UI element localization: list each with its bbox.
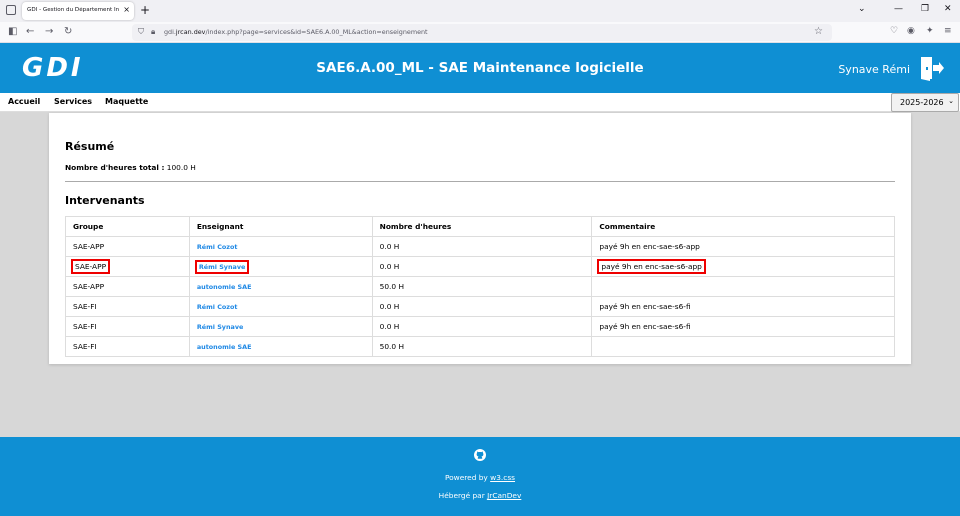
cell-groupe: SAE-APP <box>65 236 190 257</box>
table-row: SAE-APP autonomie SAE 50.0 H <box>65 276 895 297</box>
cell-heures: 0.0 H <box>371 236 593 257</box>
user-name[interactable]: Synave Rémi <box>838 63 910 76</box>
close-window-icon[interactable]: ✕ <box>944 4 952 14</box>
column-header: Groupe <box>65 216 190 237</box>
nav-services[interactable]: Services <box>54 97 92 106</box>
highlighted-groupe: SAE-APP <box>70 259 111 274</box>
top-nav: Accueil Services Maquette 2025-2026 ⌄ <box>0 93 960 112</box>
cell-heures: 50.0 H <box>371 276 593 297</box>
github-icon[interactable] <box>474 449 486 461</box>
extensions-icon[interactable]: ✦ <box>926 26 934 36</box>
restore-icon[interactable]: ❐ <box>921 4 929 14</box>
cell-heures: 0.0 H <box>371 256 593 277</box>
tab-title: GDI - Gestion du Département Info <box>27 7 119 13</box>
back-icon[interactable]: ← <box>26 26 34 37</box>
teacher-link[interactable]: Rémi Synave <box>188 316 373 337</box>
teacher-link[interactable]: Rémi Cozot <box>188 296 373 317</box>
browser-tab[interactable]: GDI - Gestion du Département Info × <box>22 2 134 20</box>
cell-commentaire: payé 9h en enc-sae-s6-fi <box>591 316 895 337</box>
divider <box>65 181 895 182</box>
highlighted-commentaire: payé 9h en enc-sae-s6-app <box>597 259 706 274</box>
table-header-row: Groupe Enseignant Nombre d'heures Commen… <box>65 216 895 237</box>
teacher-link[interactable]: Rémi Cozot <box>188 236 373 257</box>
table-row: SAE-APP Rémi Synave 0.0 H payé 9h en enc… <box>65 256 895 277</box>
forward-icon[interactable]: → <box>45 26 53 37</box>
nav-maquette[interactable]: Maquette <box>105 97 148 106</box>
cell-groupe: SAE-FI <box>65 316 190 337</box>
cell-heures: 50.0 H <box>371 336 593 357</box>
close-tab-icon[interactable]: × <box>123 5 130 14</box>
tab-list-icon[interactable] <box>6 5 16 15</box>
cell-groupe: SAE-APP <box>65 256 190 277</box>
chevron-down-icon[interactable]: ⌄ <box>858 4 866 14</box>
column-header: Commentaire <box>591 216 895 237</box>
lock-icon[interactable]: 🔒︎ <box>151 27 155 37</box>
nav-accueil[interactable]: Accueil <box>8 97 40 106</box>
teacher-link-cell: Rémi Synave <box>188 256 373 277</box>
pocket-icon[interactable]: ♡ <box>890 26 898 36</box>
total-hours-value: 100.0 H <box>166 163 196 172</box>
cell-commentaire: payé 9h en enc-sae-s6-fi <box>591 296 895 317</box>
cell-groupe: SAE-APP <box>65 276 190 297</box>
table-row: SAE-FI Rémi Cozot 0.0 H payé 9h en enc-s… <box>65 296 895 317</box>
column-header: Nombre d'heures <box>371 216 593 237</box>
powered-by: Powered by w3.css <box>444 473 516 482</box>
shield-icon[interactable]: ⛉ <box>138 27 144 37</box>
cell-groupe: SAE-FI <box>65 296 190 317</box>
table-row: SAE-APP Rémi Cozot 0.0 H payé 9h en enc-… <box>65 236 895 257</box>
bookmark-star-icon[interactable]: ☆ <box>814 26 823 37</box>
address-bar[interactable]: ⛉ 🔒︎ gdi.jrcan.dev/index.php?page=servic… <box>132 24 832 41</box>
app-header: GDI SAE6.A.00_ML - SAE Maintenance logic… <box>0 43 960 93</box>
summary-heading: Résumé <box>65 140 115 153</box>
new-tab-button[interactable]: + <box>140 3 150 17</box>
table-row: SAE-FI autonomie SAE 50.0 H <box>65 336 895 357</box>
total-hours-label: Nombre d'heures total : <box>65 163 165 172</box>
browser-toolbar: ◧ ← → ↻ ⛉ 🔒︎ gdi.jrcan.dev/index.php?pag… <box>0 22 960 43</box>
cell-groupe: SAE-FI <box>65 336 190 357</box>
w3css-link[interactable]: w3.css <box>490 473 515 482</box>
year-select[interactable]: 2025-2026 ⌄ <box>891 93 959 112</box>
column-header: Enseignant <box>188 216 373 237</box>
reload-icon[interactable]: ↻ <box>64 26 72 37</box>
page-title: SAE6.A.00_ML - SAE Maintenance logiciell… <box>316 60 644 76</box>
chevron-down-icon: ⌄ <box>948 97 954 105</box>
table-row: SAE-FI Rémi Synave 0.0 H payé 9h en enc-… <box>65 316 895 337</box>
intervenants-heading: Intervenants <box>65 194 145 207</box>
cell-heures: 0.0 H <box>371 296 593 317</box>
cell-commentaire <box>591 276 895 297</box>
teacher-link[interactable]: autonomie SAE <box>188 276 373 297</box>
minimize-icon[interactable]: — <box>894 4 903 14</box>
cell-commentaire <box>591 336 895 357</box>
intervenants-table: Groupe Enseignant Nombre d'heures Commen… <box>65 216 895 357</box>
logout-icon[interactable] <box>918 55 944 81</box>
cell-commentaire: payé 9h en enc-sae-s6-app <box>591 256 895 277</box>
account-icon[interactable]: ◉ <box>907 26 915 36</box>
highlighted-teacher-link[interactable]: Rémi Synave <box>194 259 250 274</box>
content-card: Résumé Nombre d'heures total : 100.0 H I… <box>49 113 911 364</box>
hosted-by: Hébergé par JrCanDev <box>438 491 522 500</box>
browser-tabbar: GDI - Gestion du Département Info × + ⌄ … <box>0 0 960 22</box>
total-hours: Nombre d'heures total : 100.0 H <box>65 163 196 172</box>
teacher-link[interactable]: autonomie SAE <box>188 336 373 357</box>
cell-heures: 0.0 H <box>371 316 593 337</box>
menu-icon[interactable]: ≡ <box>944 26 952 36</box>
jrcandev-link[interactable]: JrCanDev <box>487 491 521 500</box>
sidebar-icon[interactable]: ◧ <box>8 26 17 37</box>
url-text: gdi.jrcan.dev/index.php?page=services&id… <box>164 28 428 36</box>
footer: Powered by w3.css Hébergé par JrCanDev <box>0 437 960 516</box>
cell-commentaire: payé 9h en enc-sae-s6-app <box>591 236 895 257</box>
year-value: 2025-2026 <box>900 98 944 107</box>
